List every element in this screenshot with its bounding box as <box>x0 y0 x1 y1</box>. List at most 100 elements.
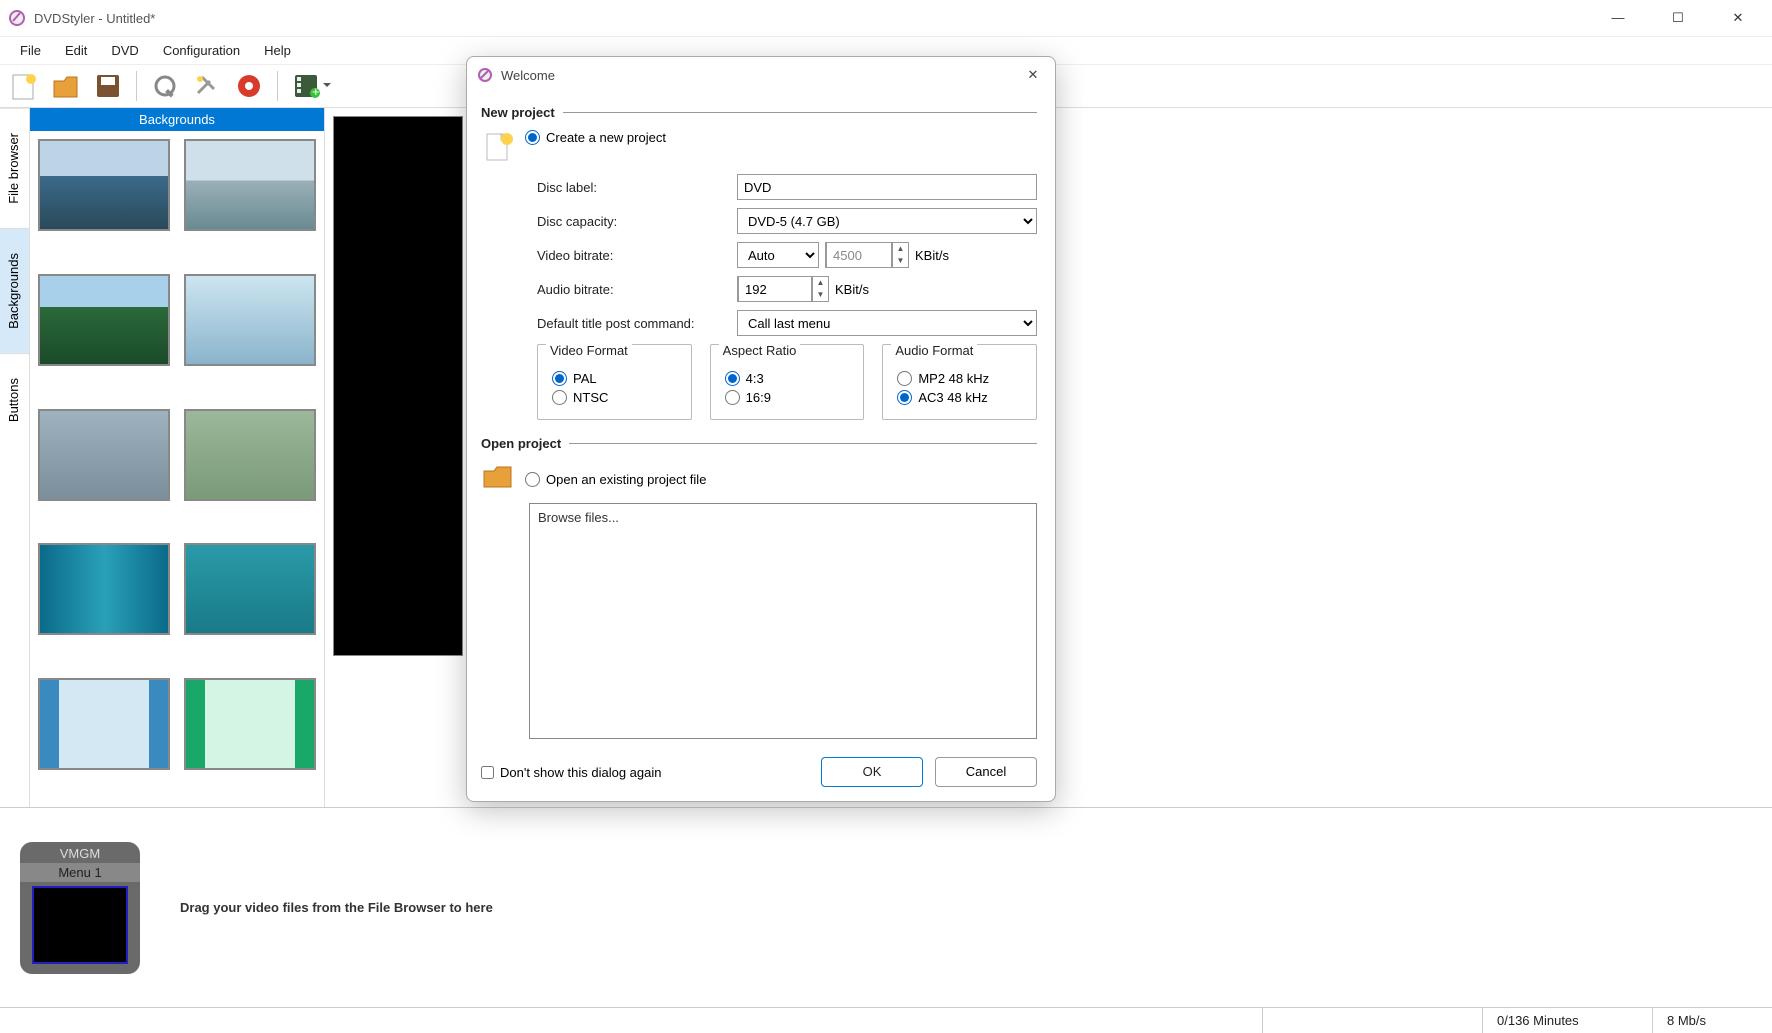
titlebar: DVDStyler - Untitled* — ☐ ✕ <box>0 0 1772 36</box>
tools-button[interactable] <box>189 68 225 104</box>
browse-files-list[interactable]: Browse files... <box>529 503 1037 739</box>
menu-configuration[interactable]: Configuration <box>151 39 252 62</box>
tab-file-browser[interactable]: File browser <box>0 108 29 228</box>
drag-hint: Drag your video files from the File Brow… <box>180 900 493 915</box>
close-button[interactable]: ✕ <box>1720 10 1756 26</box>
browse-text: Browse files... <box>538 510 619 525</box>
audio-bitrate-lab: Audio bitrate: <box>537 282 737 297</box>
toolbar-separator <box>277 71 278 101</box>
background-thumb[interactable] <box>38 274 170 366</box>
ntsc-radio[interactable]: NTSC <box>552 390 677 405</box>
spin-up-icon[interactable]: ▲ <box>893 243 908 255</box>
tab-buttons[interactable]: Buttons <box>0 353 29 446</box>
spin-up-icon[interactable]: ▲ <box>813 277 828 289</box>
menu-dvd[interactable]: DVD <box>99 39 150 62</box>
welcome-dialog: Welcome ✕ New project Create a new proje… <box>466 56 1056 802</box>
tab-backgrounds[interactable]: Backgrounds <box>0 228 29 353</box>
aspect-legend: Aspect Ratio <box>719 343 801 358</box>
tab-label: File browser <box>6 133 21 204</box>
spin-down-icon[interactable]: ▼ <box>813 289 828 301</box>
background-thumb[interactable] <box>184 409 316 501</box>
aspect-169-radio[interactable]: 16:9 <box>725 390 850 405</box>
backgrounds-panel: Backgrounds <box>30 108 325 807</box>
aspect-43-radio[interactable]: 4:3 <box>725 371 850 386</box>
menu-help[interactable]: Help <box>252 39 303 62</box>
background-thumb[interactable] <box>184 678 316 770</box>
disc-label-lab: Disc label: <box>537 180 737 195</box>
post-command-select[interactable]: Call last menu <box>737 310 1037 336</box>
video-bitrate-lab: Video bitrate: <box>537 248 737 263</box>
video-format-legend: Video Format <box>546 343 632 358</box>
statusbar: 0/136 Minutes 8 Mb/s <box>0 1007 1772 1033</box>
app-icon <box>8 9 26 27</box>
dialog-close-button[interactable]: ✕ <box>1021 67 1045 83</box>
audio-bitrate-spinner[interactable]: ▲▼ <box>737 276 829 302</box>
toolbar-separator <box>136 71 137 101</box>
minimize-button[interactable]: — <box>1600 10 1636 26</box>
status-bitrate: 8 Mb/s <box>1652 1008 1772 1033</box>
dont-show-label: Don't show this dialog again <box>500 765 661 780</box>
save-button[interactable] <box>90 68 126 104</box>
post-command-lab: Default title post command: <box>537 316 737 331</box>
dialog-icon <box>477 67 493 83</box>
new-project-button[interactable] <box>6 68 42 104</box>
background-thumb[interactable] <box>38 543 170 635</box>
panel-header: Backgrounds <box>30 108 324 131</box>
ok-button[interactable]: OK <box>821 757 923 787</box>
menu-edit[interactable]: Edit <box>53 39 99 62</box>
folder-icon <box>481 461 517 497</box>
add-title-button[interactable]: + <box>288 68 334 104</box>
new-document-icon <box>481 130 517 166</box>
vmgm-block[interactable]: VMGM Menu 1 <box>20 842 140 974</box>
aspect-ratio-group: Aspect Ratio 4:3 16:9 <box>710 344 865 420</box>
dont-show-checkbox[interactable]: Don't show this dialog again <box>481 765 661 780</box>
dialog-title: Welcome <box>501 68 555 83</box>
audio-format-group: Audio Format MP2 48 kHz AC3 48 kHz <box>882 344 1037 420</box>
menu-label: Menu 1 <box>20 863 140 882</box>
svg-text:+: + <box>312 84 320 99</box>
menu-canvas[interactable] <box>333 116 463 656</box>
background-thumb[interactable] <box>38 139 170 231</box>
cancel-button[interactable]: Cancel <box>935 757 1037 787</box>
disc-capacity-select[interactable]: DVD-5 (4.7 GB) <box>737 208 1037 234</box>
open-project-button[interactable] <box>48 68 84 104</box>
tab-label: Backgrounds <box>6 253 21 329</box>
maximize-button[interactable]: ☐ <box>1660 10 1696 26</box>
dialog-titlebar: Welcome ✕ <box>467 57 1055 93</box>
kbit-unit: KBit/s <box>915 248 949 263</box>
disc-capacity-lab: Disc capacity: <box>537 214 737 229</box>
spin-down-icon[interactable]: ▼ <box>893 255 908 267</box>
pal-radio[interactable]: PAL <box>552 371 677 386</box>
open-project-heading: Open project <box>481 436 1037 451</box>
open-project-label: Open an existing project file <box>546 472 706 487</box>
background-thumb[interactable] <box>184 139 316 231</box>
video-format-group: Video Format PAL NTSC <box>537 344 692 420</box>
mp2-radio[interactable]: MP2 48 kHz <box>897 371 1022 386</box>
side-tabs: File browser Backgrounds Buttons <box>0 108 30 807</box>
video-bitrate-spinner[interactable]: ▲▼ <box>825 242 909 268</box>
create-project-radio[interactable]: Create a new project <box>525 130 666 145</box>
menu-file[interactable]: File <box>8 39 53 62</box>
video-bitrate-input[interactable] <box>826 242 892 268</box>
window-title: DVDStyler - Untitled* <box>34 11 155 26</box>
audio-format-legend: Audio Format <box>891 343 977 358</box>
disc-label-input[interactable] <box>737 174 1037 200</box>
backgrounds-grid <box>30 131 324 807</box>
menu-thumb[interactable] <box>32 886 128 964</box>
status-minutes: 0/136 Minutes <box>1482 1008 1652 1033</box>
settings-button[interactable] <box>147 68 183 104</box>
background-thumb[interactable] <box>38 678 170 770</box>
ac3-radio[interactable]: AC3 48 kHz <box>897 390 1022 405</box>
new-project-heading: New project <box>481 105 1037 120</box>
background-thumb[interactable] <box>184 274 316 366</box>
burn-button[interactable] <box>231 68 267 104</box>
background-thumb[interactable] <box>184 543 316 635</box>
vmgm-label: VMGM <box>28 846 132 861</box>
open-project-radio[interactable]: Open an existing project file <box>525 472 706 487</box>
audio-bitrate-input[interactable] <box>738 276 812 302</box>
kbit-unit: KBit/s <box>835 282 869 297</box>
timeline: VMGM Menu 1 Drag your video files from t… <box>0 807 1772 1007</box>
create-project-label: Create a new project <box>546 130 666 145</box>
background-thumb[interactable] <box>38 409 170 501</box>
video-bitrate-mode-select[interactable]: Auto <box>737 242 819 268</box>
